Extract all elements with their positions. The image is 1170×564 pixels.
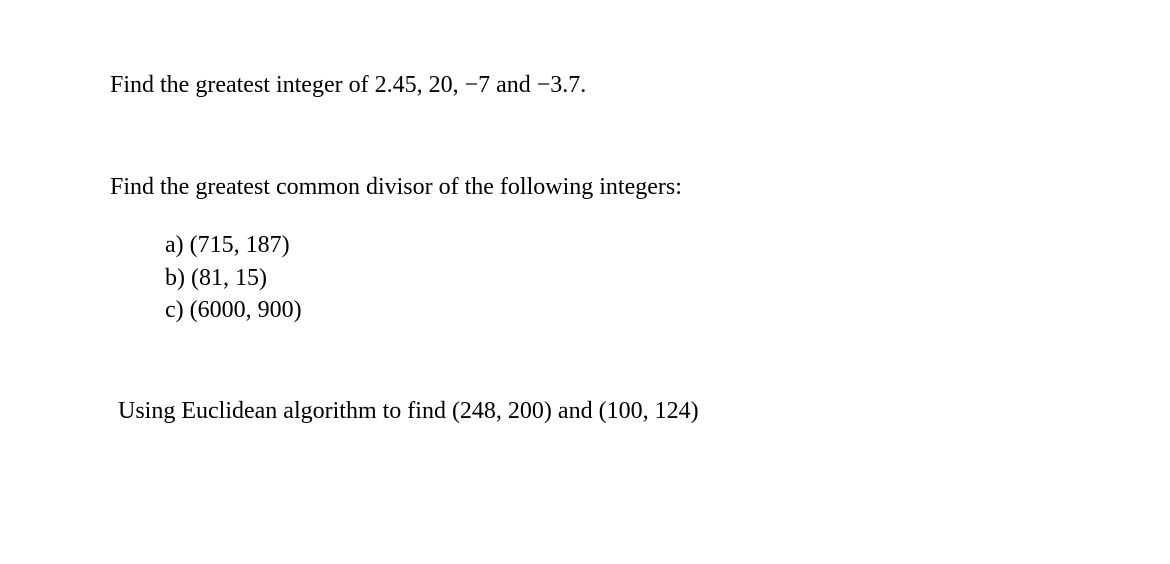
q2-text: Find the greatest common divisor of the … bbox=[110, 171, 1060, 205]
q2-item-b: b) (81, 15) bbox=[165, 262, 1060, 294]
question-2-block: Q2 (01 mark) Find the greatest common di… bbox=[110, 127, 1060, 326]
q2-item-a: a) (715, 187) bbox=[165, 229, 1060, 261]
q3-text: Using Euclidean algorithm to find (248, … bbox=[118, 395, 1060, 429]
q1-text: Find the greatest integer of 2.45, 20, −… bbox=[110, 69, 1060, 103]
q2-label: Q2 (01 mark) bbox=[110, 127, 1060, 161]
q1-label: Q1 (01 mark) bbox=[110, 25, 1060, 59]
q2-sublist: a) (715, 187) b) (81, 15) c) (6000, 900) bbox=[165, 229, 1060, 326]
question-3-block: Q3 (01 mark) Using Euclidean algorithm t… bbox=[110, 352, 1060, 429]
question-1-block: Q1 (01 mark) Find the greatest integer o… bbox=[110, 25, 1060, 102]
q2-item-c: c) (6000, 900) bbox=[165, 294, 1060, 326]
q3-label: Q3 (01 mark) bbox=[110, 352, 1060, 386]
